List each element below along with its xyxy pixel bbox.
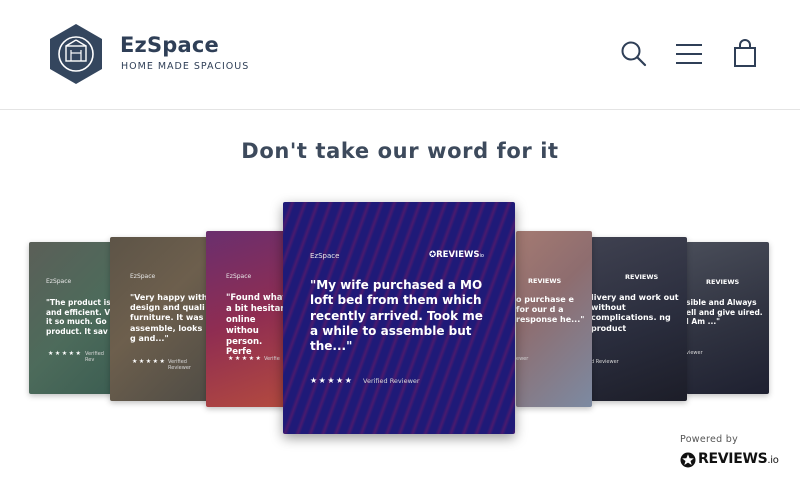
verified-label: Verified Reviewer	[363, 377, 420, 385]
cart-icon[interactable]	[729, 38, 761, 70]
star-rating: ★★★★★	[48, 350, 83, 357]
reviews-provider-label: REVIEWS	[706, 278, 740, 286]
provider-suffix: io	[479, 253, 484, 259]
review-quote: "The product is and efficient. V it so m…	[46, 298, 111, 336]
review-quote: "Found what a bit hesitan online withou …	[226, 293, 286, 358]
review-quote: "My wife purchased a MO loft bed from th…	[310, 278, 483, 354]
review-card[interactable]: EzSpace "Found what a bit hesitan online…	[206, 231, 286, 407]
featured-review-card[interactable]: EzSpace ✪REVIEWSio "My wife purchased a …	[283, 202, 515, 434]
verified-label: viewer	[686, 350, 703, 356]
brand-tagline: HOME MADE SPACIOUS	[121, 61, 250, 72]
star-rating: ★★★★★	[310, 376, 354, 385]
review-card[interactable]: REVIEWS livery and work out without comp…	[591, 237, 687, 401]
review-card[interactable]: EzSpace "The product is and efficient. V…	[29, 242, 113, 394]
reviews-carousel[interactable]: EzSpace "The product is and efficient. V…	[0, 195, 800, 445]
card-brand: EzSpace	[310, 252, 340, 260]
star-rating: ★★★★★	[228, 355, 263, 362]
star-rating: ★★★★★	[132, 358, 167, 365]
review-quote: "Very happy with design and quali furnit…	[130, 293, 208, 343]
card-brand: EzSpace	[226, 273, 252, 280]
review-quote: o purchase e for our d a response he..."	[516, 295, 585, 325]
card-brand: EzSpace	[130, 273, 156, 280]
provider-name: REVIEWS	[436, 250, 480, 260]
review-card[interactable]: EzSpace "Very happy with design and qual…	[110, 237, 208, 401]
search-icon[interactable]	[618, 38, 650, 70]
hamburger-menu-icon[interactable]	[673, 38, 705, 70]
ezspace-logo-icon[interactable]	[48, 22, 104, 86]
reviews-wordmark-text: REVIEWS	[698, 451, 768, 467]
reviews-provider-label: REVIEWS	[528, 277, 562, 285]
powered-by-label: Powered by	[680, 434, 739, 445]
section-heading: Don't take our word for it	[241, 139, 559, 163]
reviews-provider-logo: ✪REVIEWSio	[429, 250, 484, 260]
reviews-io-wordmark[interactable]: REVIEWS.io	[698, 451, 779, 467]
reviews-provider-label: REVIEWS	[625, 273, 659, 281]
review-card[interactable]: REVIEWS sible and Always ell and give ui…	[686, 242, 769, 394]
brand-name[interactable]: EzSpace	[120, 33, 219, 57]
verified-label: ewer	[516, 356, 529, 362]
verified-label: Verified Rev	[85, 351, 104, 363]
verified-label: Verifie	[264, 356, 280, 362]
site-header: EzSpace HOME MADE SPACIOUS	[0, 0, 800, 110]
verified-label: Verified Reviewer	[168, 359, 191, 371]
review-quote: livery and work out without complication…	[591, 293, 679, 333]
card-brand: EzSpace	[46, 278, 72, 285]
review-quote: sible and Always ell and give uired. I A…	[686, 298, 763, 327]
verified-label: d Reviewer	[591, 359, 619, 365]
review-card[interactable]: REVIEWS o purchase e for our d a respons…	[516, 231, 592, 407]
reviews-wordmark-suffix: .io	[767, 455, 779, 466]
